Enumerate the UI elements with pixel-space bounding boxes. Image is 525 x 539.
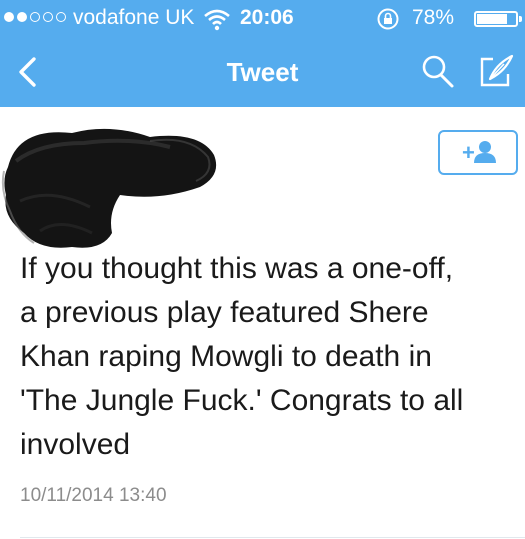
divider <box>20 537 525 538</box>
battery-icon <box>474 11 522 27</box>
battery-percent: 78% <box>412 6 455 29</box>
app-header: vodafone UK 20:06 78% Tweet <box>0 0 525 107</box>
tweet-timestamp: 10/11/2014 13:40 <box>20 485 167 506</box>
signal-dot <box>56 12 66 22</box>
redaction-scribble <box>1 128 217 248</box>
tweet-text: If you thought this was a one-off, a pre… <box>20 252 464 461</box>
signal-dot <box>4 12 14 22</box>
follow-button[interactable]: + <box>438 130 518 175</box>
battery-nub <box>519 16 522 22</box>
add-user-icon: + <box>462 140 496 165</box>
search-button[interactable] <box>420 52 456 90</box>
signal-dot <box>43 12 53 22</box>
signal-dot <box>17 12 27 22</box>
wifi-icon <box>204 7 230 43</box>
status-bar: vodafone UK 20:06 78% <box>0 0 525 36</box>
redacted-author-block <box>0 121 225 251</box>
status-time: 20:06 <box>240 6 294 29</box>
tweet-detail: + If you thought this was a one-off, a p… <box>0 107 525 539</box>
compose-button[interactable] <box>476 52 516 90</box>
signal-strength-icon <box>4 12 66 22</box>
signal-dot <box>30 12 40 22</box>
rotation-lock-icon <box>376 7 400 43</box>
follow-plus: + <box>462 140 475 165</box>
search-icon <box>422 55 454 88</box>
compose-icon <box>480 54 514 87</box>
battery-fill <box>477 14 507 24</box>
carrier-name: vodafone UK <box>73 6 195 29</box>
